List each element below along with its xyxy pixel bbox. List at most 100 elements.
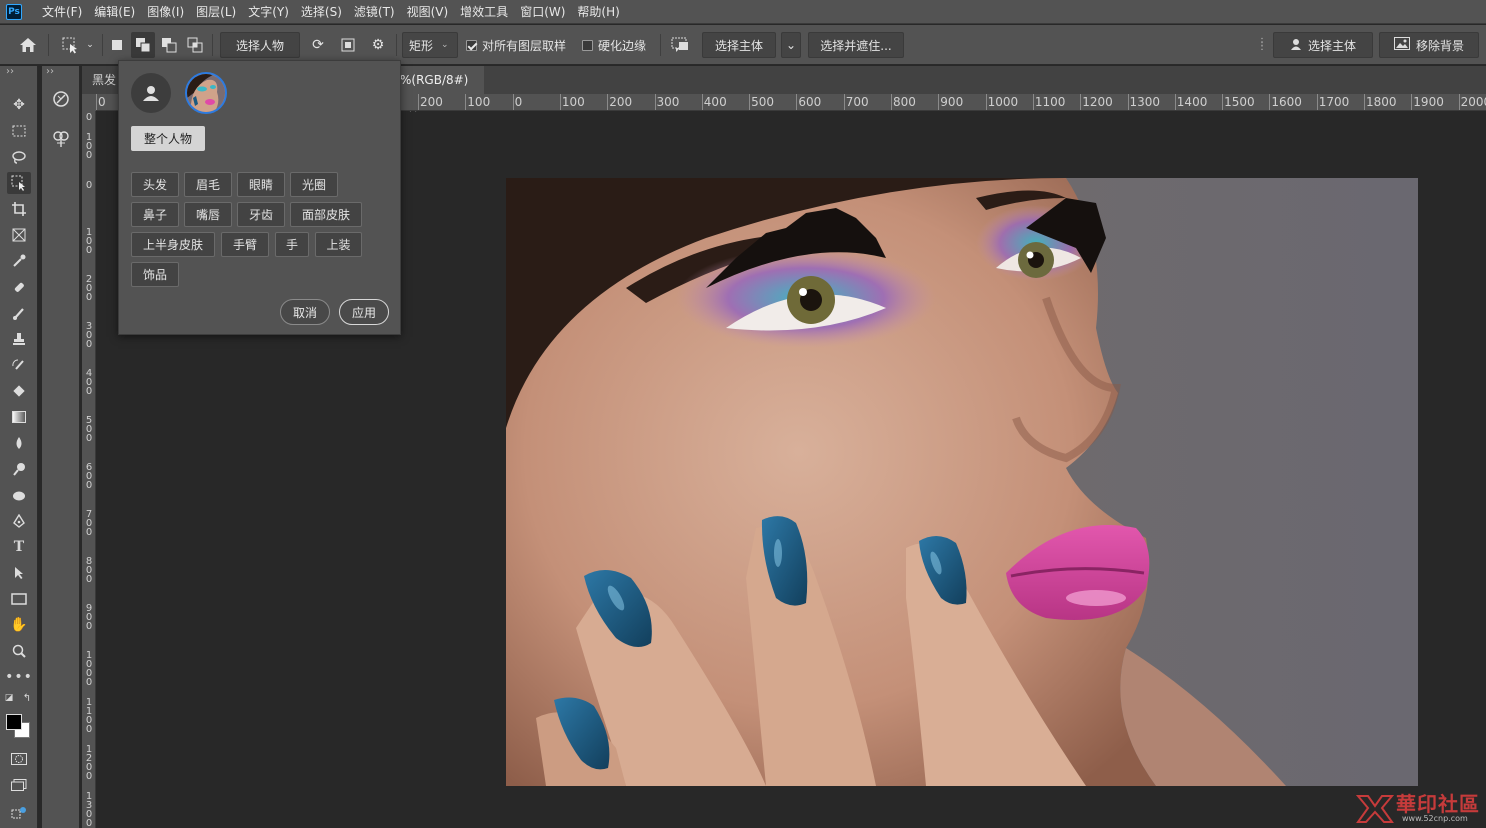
quick-mask-icon[interactable] [7,748,31,770]
pen-tool-icon[interactable] [7,510,31,532]
sample-all-layers-checkbox[interactable]: 对所有图层取样 [466,32,566,58]
photoshop-logo-icon[interactable]: Ps [6,3,22,20]
collapse-chevron-icon[interactable]: ›› [6,66,14,77]
part-hands-button[interactable]: 手 [275,232,309,257]
part-nose-button[interactable]: 鼻子 [131,202,179,227]
part-lips-button[interactable]: 嘴唇 [184,202,232,227]
part-hair-button[interactable]: 头发 [131,172,179,197]
select-subject-label: 选择主体 [715,38,764,53]
menu-file[interactable]: 文件(F) [36,0,88,24]
refresh-icon[interactable]: ⟳ [306,32,330,58]
lasso-tool-icon[interactable] [7,146,31,168]
menu-image[interactable]: 图像(I) [141,0,190,24]
collapsed-panels-strip: ›› [42,66,80,828]
screen-mode-icon[interactable] [7,774,31,796]
ruler-tick [1269,94,1271,110]
detected-person-thumbnail[interactable] [185,72,227,114]
ruler-label: 100 [561,95,585,109]
menu-view[interactable]: 视图(V) [401,0,455,24]
new-selection-icon[interactable] [105,32,129,58]
intersect-selection-icon[interactable] [183,32,207,58]
add-to-selection-icon[interactable] [131,32,155,58]
tool-preset-chevron-down-icon[interactable]: ⌄ [84,32,96,58]
part-facial-skin-button[interactable]: 面部皮肤 [290,202,362,227]
eyedropper-tool-icon[interactable] [7,250,31,272]
menu-type[interactable]: 文字(Y) [242,0,295,24]
sponge-tool-icon[interactable] [7,484,31,506]
document-image[interactable] [506,178,1418,786]
select-subject-bubble-icon[interactable] [668,32,692,58]
part-eyes-button[interactable]: 眼睛 [237,172,285,197]
subtract-from-selection-icon[interactable] [157,32,181,58]
object-selection-tool-icon[interactable] [58,32,82,58]
type-tool-icon[interactable]: T [7,536,31,558]
select-and-mask-button[interactable]: 选择并遮住... [808,32,904,58]
person-icon [1290,38,1302,53]
rectangle-tool-icon[interactable] [7,588,31,610]
menu-edit[interactable]: 编辑(E) [88,0,141,24]
ruler-label: 0 [98,95,106,109]
healing-brush-tool-icon[interactable] [7,276,31,298]
vertical-ruler[interactable]: 0 100 0 100 200 300 400 500 600 700 800 900 1000 1100… [82,111,96,828]
edit-toolbar-icon[interactable] [7,802,31,824]
layer-mask-icon[interactable] [336,32,360,58]
ruler-origin[interactable] [82,94,96,111]
gear-icon[interactable]: ⚙ [366,32,390,58]
part-eyebrows-button[interactable]: 眉毛 [184,172,232,197]
cancel-button[interactable]: 取消 [280,299,330,325]
gradient-tool-icon[interactable] [7,406,31,428]
remove-background-button[interactable]: 移除背景 [1379,32,1479,58]
frame-tool-icon[interactable] [7,224,31,246]
select-subject-right-button[interactable]: 选择主体 [1273,32,1373,58]
ruler-label: 500 [751,95,774,109]
dodge-tool-icon[interactable] [7,458,31,480]
blur-tool-icon[interactable] [7,432,31,454]
history-brush-tool-icon[interactable] [7,354,31,376]
select-subject-chevron-down-icon[interactable]: ⌄ [781,32,801,58]
grip-handle-icon[interactable]: ⋮ ⋮ [1257,32,1267,58]
ruler-label: 700 [845,95,869,109]
adjustments-panel-icon[interactable] [50,88,72,110]
home-icon[interactable] [16,32,40,58]
libraries-panel-icon[interactable] [50,128,72,150]
hand-tool-icon[interactable]: ✋ [7,614,31,636]
hard-edge-checkbox[interactable]: 硬化边缘 [582,32,646,58]
zoom-tool-icon[interactable] [7,640,31,662]
eraser-tool-icon[interactable] [7,380,31,402]
part-upper-body-skin-button[interactable]: 上半身皮肤 [131,232,215,257]
document-tab-inactive[interactable]: 黑发 [82,66,118,94]
move-tool-icon[interactable]: ✥ [7,94,31,116]
mode-label: 矩形 [409,38,434,53]
object-selection-tool-icon[interactable] [7,172,31,194]
part-teeth-button[interactable]: 牙齿 [237,202,285,227]
select-people-dropdown[interactable]: 选择人物 [220,32,300,58]
expand-panels-chevron-icon[interactable]: ›› [46,66,54,77]
part-top-clothing-button[interactable]: 上装 [315,232,362,257]
part-iris-button[interactable]: 光圈 [290,172,338,197]
part-accessories-button[interactable]: 饰品 [131,262,179,287]
foreground-color-swatch[interactable] [6,714,22,730]
menu-filter[interactable]: 滤镜(T) [348,0,401,24]
ruler-label: 1100 [1034,95,1066,109]
swap-colors-icon[interactable]: ↰ [20,692,34,704]
menu-window[interactable]: 窗口(W) [514,0,571,24]
watermark-url: www.52cnp.com [1402,814,1468,823]
menu-select[interactable]: 选择(S) [295,0,348,24]
menu-layer[interactable]: 图层(L) [190,0,242,24]
mode-dropdown[interactable]: 矩形 ⌄ [402,32,458,58]
brush-tool-icon[interactable] [7,302,31,324]
default-colors-icon[interactable]: ◪ [2,692,16,704]
menu-help[interactable]: 帮助(H) [571,0,625,24]
generic-person-avatar[interactable] [131,73,171,113]
select-subject-button[interactable]: 选择主体 [702,32,776,58]
document-tab-active[interactable]: %(RGB/8#) × [392,66,484,115]
more-tools-icon[interactable]: ••• [5,666,32,688]
menu-plugins[interactable]: 增效工具 [454,0,514,24]
path-selection-tool-icon[interactable] [7,562,31,584]
part-arms-button[interactable]: 手臂 [221,232,269,257]
clone-stamp-tool-icon[interactable] [7,328,31,350]
whole-person-button[interactable]: 整个人物 [131,126,205,151]
apply-button[interactable]: 应用 [339,299,389,325]
crop-tool-icon[interactable] [7,198,31,220]
marquee-tool-icon[interactable] [7,120,31,142]
